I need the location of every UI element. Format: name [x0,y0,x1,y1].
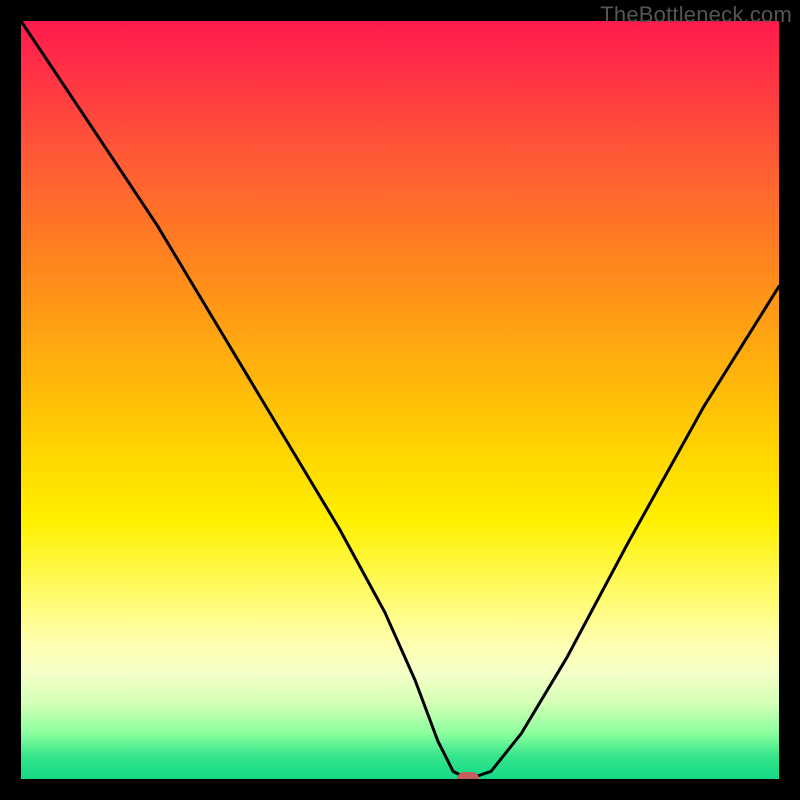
curve-path [21,21,779,779]
bottleneck-curve [21,21,779,779]
chart-frame: TheBottleneck.com [0,0,800,800]
optimum-marker [457,772,479,779]
watermark-text: TheBottleneck.com [600,2,792,28]
plot-area [21,21,779,779]
